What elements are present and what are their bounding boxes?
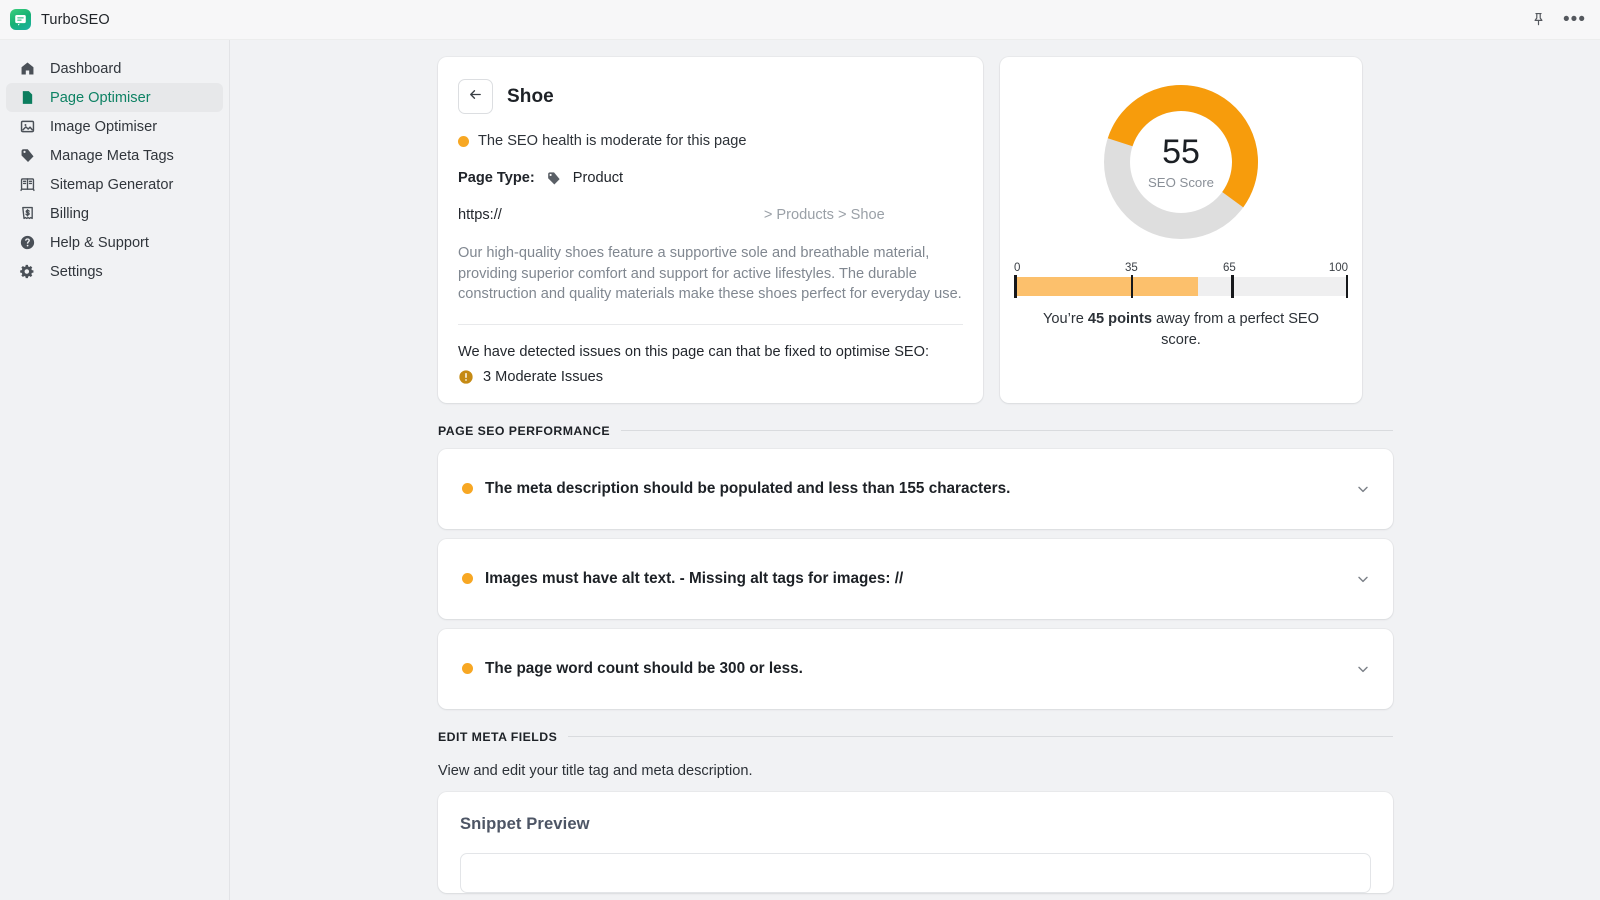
seo-score-card: 55 SEO Score 0 35 65 100 xyxy=(1000,57,1362,403)
issues-list: The meta description should be populated… xyxy=(231,449,1600,709)
sidebar-item-label: Manage Meta Tags xyxy=(50,148,174,164)
scale-tick-labels: 0 35 65 100 xyxy=(1014,262,1348,277)
snippet-preview-card: Snippet Preview xyxy=(438,792,1393,893)
scale-mark-65 xyxy=(1231,275,1234,298)
page-url-row: https:// > Products > Shoe xyxy=(458,207,963,223)
page-description: Our high-quality shoes feature a support… xyxy=(458,243,965,305)
score-scale-fill xyxy=(1014,277,1198,296)
meta-section-heading: EDIT META FIELDS xyxy=(231,730,1600,744)
sidebar-item-label: Image Optimiser xyxy=(50,119,157,135)
app-brand: TurboSEO xyxy=(0,9,110,30)
page-type-row: Page Type: Product xyxy=(458,169,963,187)
url-protocol: https:// xyxy=(458,207,502,223)
section-label: EDIT META FIELDS xyxy=(438,730,557,744)
document-icon xyxy=(18,88,37,107)
scale-tick-65: 65 xyxy=(1223,262,1236,274)
image-icon xyxy=(18,117,37,136)
severity-dot-icon xyxy=(462,483,473,494)
issue-row[interactable]: The page word count should be 300 or les… xyxy=(438,629,1393,709)
seo-score-caption: SEO Score xyxy=(1148,175,1214,190)
points-away-value: 45 points xyxy=(1088,311,1152,327)
sidebar-item-dashboard[interactable]: Dashboard xyxy=(6,54,223,83)
pin-icon[interactable] xyxy=(1527,9,1549,31)
sidebar-item-help-support[interactable]: Help & Support xyxy=(6,228,223,257)
top-row: Shoe The SEO health is moderate for this… xyxy=(231,57,1600,403)
sidebar-item-page-optimiser[interactable]: Page Optimiser xyxy=(6,83,223,112)
tag-icon xyxy=(545,169,563,187)
meta-section-description: View and edit your title tag and meta de… xyxy=(231,763,1600,779)
performance-section-heading: PAGE SEO PERFORMANCE xyxy=(231,424,1600,438)
issue-title: Images must have alt text. - Missing alt… xyxy=(485,570,903,588)
issues-summary-text: 3 Moderate Issues xyxy=(483,369,603,385)
seo-health-status: The SEO health is moderate for this page xyxy=(458,133,963,149)
sidebar-item-billing[interactable]: Billing xyxy=(6,199,223,228)
seo-score-value: 55 xyxy=(1162,135,1200,169)
overview-header: Shoe xyxy=(458,79,963,114)
sidebar-item-image-optimiser[interactable]: Image Optimiser xyxy=(6,112,223,141)
scale-mark-0 xyxy=(1014,275,1017,298)
book-icon xyxy=(18,175,37,194)
sidebar: Dashboard Page Optimiser Image Optimiser… xyxy=(0,40,230,900)
divider xyxy=(458,324,963,325)
sidebar-item-manage-meta-tags[interactable]: Manage Meta Tags xyxy=(6,141,223,170)
detected-issues-text: We have detected issues on this page can… xyxy=(458,344,963,360)
chat-bubble-icon xyxy=(10,9,31,30)
seo-score-scale: 0 35 65 100 xyxy=(1014,262,1348,296)
scale-tick-100: 100 xyxy=(1329,262,1348,274)
scale-tick-0: 0 xyxy=(1014,262,1020,274)
severity-dot-icon xyxy=(462,573,473,584)
home-icon xyxy=(18,59,37,78)
scale-mark-35 xyxy=(1131,275,1134,298)
scale-mark-100 xyxy=(1346,275,1349,298)
snippet-preview-title: Snippet Preview xyxy=(460,814,1371,834)
question-circle-icon xyxy=(18,233,37,252)
issue-title: The page word count should be 300 or les… xyxy=(485,660,803,678)
chevron-down-icon[interactable] xyxy=(1355,571,1371,587)
chevron-down-icon[interactable] xyxy=(1355,661,1371,677)
warning-circle-icon xyxy=(458,369,474,385)
snippet-preview-field[interactable] xyxy=(460,853,1371,893)
points-away-prefix: You’re xyxy=(1043,311,1088,327)
page-type-value: Product xyxy=(573,170,623,186)
page-type-label: Page Type: xyxy=(458,170,535,186)
sidebar-item-label: Settings xyxy=(50,264,103,280)
back-button[interactable] xyxy=(458,79,493,114)
app-title: TurboSEO xyxy=(41,12,110,28)
top-bar-actions: ••• xyxy=(1527,9,1600,31)
sidebar-item-label: Sitemap Generator xyxy=(50,177,173,193)
chevron-down-icon[interactable] xyxy=(1355,481,1371,497)
top-bar: TurboSEO ••• xyxy=(0,0,1600,40)
gear-icon xyxy=(18,262,37,281)
page-overview-card: Shoe The SEO health is moderate for this… xyxy=(438,57,983,403)
sidebar-item-label: Help & Support xyxy=(50,235,149,251)
seo-health-text: The SEO health is moderate for this page xyxy=(478,133,747,149)
status-dot-icon xyxy=(458,136,469,147)
main-content: Shoe The SEO health is moderate for this… xyxy=(231,40,1600,900)
url-breadcrumb: > Products > Shoe xyxy=(764,207,885,223)
scale-tick-35: 35 xyxy=(1125,262,1138,274)
issue-row[interactable]: Images must have alt text. - Missing alt… xyxy=(438,539,1393,619)
issue-row[interactable]: The meta description should be populated… xyxy=(438,449,1393,529)
tag-icon xyxy=(18,146,37,165)
sidebar-item-label: Dashboard xyxy=(50,61,121,77)
gauge-center-label: 55 SEO Score xyxy=(1102,83,1260,241)
sidebar-item-label: Page Optimiser xyxy=(50,90,151,106)
issues-summary-row: 3 Moderate Issues xyxy=(458,369,963,385)
seo-score-gauge: 55 SEO Score xyxy=(1102,83,1260,241)
section-label: PAGE SEO PERFORMANCE xyxy=(438,424,610,438)
section-divider xyxy=(568,736,1393,737)
issue-title: The meta description should be populated… xyxy=(485,480,1010,498)
severity-dot-icon xyxy=(462,663,473,674)
points-away-text: You’re 45 points away from a perfect SEO… xyxy=(1031,309,1331,351)
page-title: Shoe xyxy=(507,86,554,108)
sidebar-item-sitemap-generator[interactable]: Sitemap Generator xyxy=(6,170,223,199)
score-scale-bar xyxy=(1014,277,1348,296)
arrow-left-icon xyxy=(467,86,484,108)
sidebar-item-settings[interactable]: Settings xyxy=(6,257,223,286)
more-options-icon[interactable]: ••• xyxy=(1563,15,1586,25)
sidebar-item-label: Billing xyxy=(50,206,89,222)
receipt-icon xyxy=(18,204,37,223)
points-away-suffix: away from a perfect SEO score. xyxy=(1152,311,1319,348)
section-divider xyxy=(621,430,1393,431)
